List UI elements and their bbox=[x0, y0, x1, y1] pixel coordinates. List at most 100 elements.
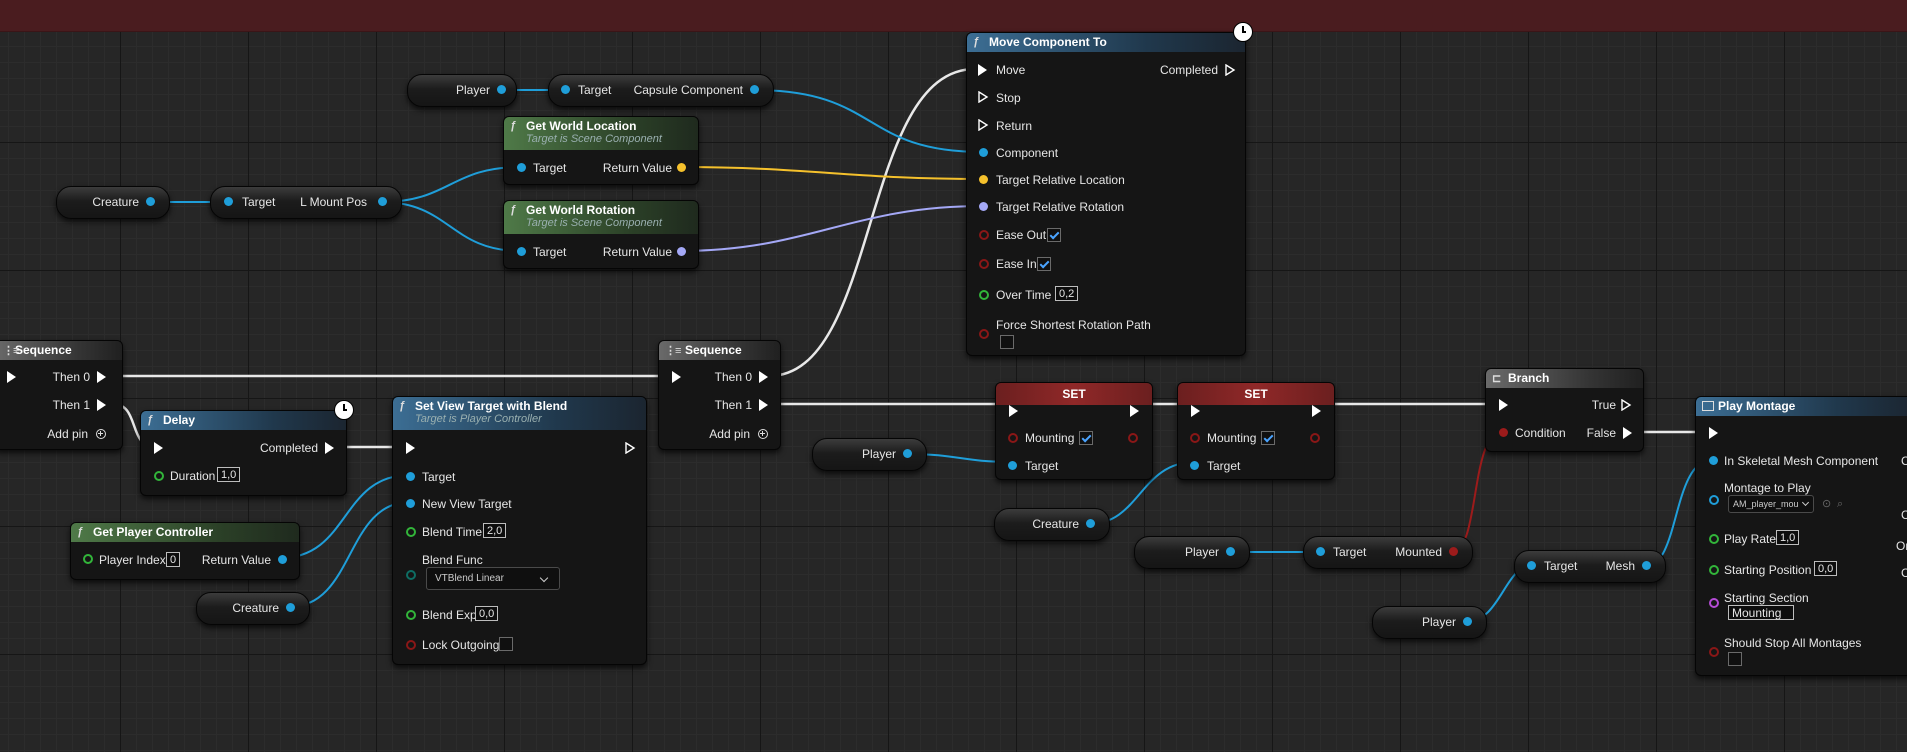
starting-position-input[interactable]: 0,0 bbox=[1814, 561, 1838, 576]
new-view-target-pin[interactable] bbox=[406, 499, 415, 508]
return-value-output-pin[interactable] bbox=[278, 555, 287, 564]
creature-output-pin[interactable] bbox=[286, 603, 295, 612]
browse-asset-icon[interactable]: ⊙ bbox=[1822, 497, 1831, 511]
plus-circle-icon[interactable] bbox=[96, 429, 106, 439]
starting-section-input[interactable]: Mounting bbox=[1728, 605, 1794, 620]
add-pin-label[interactable]: Add pin bbox=[47, 427, 88, 441]
false-exec-output-pin[interactable] bbox=[1623, 427, 1632, 439]
target-input-pin[interactable] bbox=[224, 197, 233, 206]
move-component-to-node[interactable]: ƒ Move Component To Move Completed Stop … bbox=[966, 32, 1246, 356]
mesh-get-node[interactable]: Target Mesh bbox=[1514, 550, 1666, 583]
player-variable-node[interactable]: Player bbox=[1134, 536, 1250, 569]
rotator-wire[interactable] bbox=[678, 205, 984, 252]
creature-output-pin[interactable] bbox=[146, 197, 155, 206]
exec-input-pin[interactable] bbox=[1709, 427, 1718, 439]
creature-variable-node[interactable]: Creature bbox=[994, 508, 1110, 541]
then1-exec-output-pin[interactable] bbox=[759, 399, 768, 411]
montage-to-play-pin[interactable] bbox=[1709, 495, 1719, 505]
player-output-pin[interactable] bbox=[1226, 547, 1235, 556]
blend-time-input[interactable]: 2,0 bbox=[483, 523, 507, 538]
object-wire[interactable] bbox=[753, 89, 984, 153]
target-input-pin[interactable] bbox=[1190, 461, 1199, 470]
exec-output-pin[interactable] bbox=[625, 442, 636, 454]
target-relative-rotation-pin[interactable] bbox=[979, 202, 988, 211]
ease-in-checkbox[interactable] bbox=[1037, 257, 1051, 271]
get-world-location-node[interactable]: ƒ Get World Location Target is Scene Com… bbox=[503, 116, 699, 185]
completed-exec-output-pin[interactable] bbox=[1225, 64, 1236, 76]
player-output-pin[interactable] bbox=[1463, 617, 1472, 626]
should-stop-all-montages-pin[interactable] bbox=[1709, 647, 1719, 657]
blend-func-dropdown[interactable]: VTBlend Linear bbox=[426, 567, 560, 590]
mounting-input-pin[interactable] bbox=[1008, 433, 1018, 443]
add-pin-label[interactable]: Add pin bbox=[709, 427, 750, 441]
play-rate-input[interactable]: 1,0 bbox=[1776, 530, 1800, 545]
target-input-pin[interactable] bbox=[1527, 561, 1536, 570]
creature-output-pin[interactable] bbox=[1086, 519, 1095, 528]
force-shortest-path-pin[interactable] bbox=[979, 329, 989, 339]
player-index-pin[interactable] bbox=[83, 554, 93, 564]
plus-circle-icon[interactable] bbox=[758, 429, 768, 439]
set-mounting-node[interactable]: SET Mounting Target bbox=[995, 382, 1153, 480]
mounted-output-pin[interactable] bbox=[1449, 547, 1458, 556]
ease-out-pin[interactable] bbox=[979, 230, 989, 240]
player-output-pin[interactable] bbox=[903, 449, 912, 458]
exec-input-pin[interactable] bbox=[406, 442, 415, 454]
sequence-exec-input-pin[interactable] bbox=[7, 371, 16, 383]
condition-input-pin[interactable] bbox=[1499, 428, 1508, 437]
exec-output-pin[interactable] bbox=[1312, 405, 1321, 417]
capsule-component-output-pin[interactable] bbox=[750, 85, 759, 94]
should-stop-all-montages-checkbox[interactable] bbox=[1728, 652, 1742, 666]
target-input-pin[interactable] bbox=[517, 163, 526, 172]
over-time-input[interactable]: 0,2 bbox=[1055, 286, 1079, 301]
capsule-component-get-node[interactable]: Target Capsule Component bbox=[548, 74, 774, 107]
move-exec-input-pin[interactable] bbox=[978, 64, 987, 76]
blend-exp-input[interactable]: 0,0 bbox=[475, 606, 499, 621]
target-input-pin[interactable] bbox=[406, 472, 415, 481]
starting-section-pin[interactable] bbox=[1709, 598, 1719, 608]
target-relative-location-pin[interactable] bbox=[979, 175, 988, 184]
target-input-pin[interactable] bbox=[561, 85, 570, 94]
l-mount-pos-output-pin[interactable] bbox=[378, 197, 387, 206]
montage-to-play-dropdown[interactable]: AM_player_mou bbox=[1728, 495, 1814, 513]
set-mounting-node[interactable]: SET Mounting Target bbox=[1177, 382, 1335, 480]
branch-exec-input-pin[interactable] bbox=[1499, 399, 1508, 411]
branch-node[interactable]: ⊏ Branch True Condition False bbox=[1485, 368, 1644, 452]
player-variable-node[interactable]: Player bbox=[407, 74, 517, 107]
blend-exp-pin[interactable] bbox=[406, 610, 416, 620]
blend-time-pin[interactable] bbox=[406, 527, 416, 537]
return-value-vector-pin[interactable] bbox=[677, 163, 686, 172]
then0-exec-output-pin[interactable] bbox=[759, 371, 768, 383]
mounted-get-node[interactable]: Target Mounted bbox=[1303, 536, 1473, 569]
mesh-output-pin[interactable] bbox=[1642, 561, 1651, 570]
target-input-pin[interactable] bbox=[517, 247, 526, 256]
target-input-pin[interactable] bbox=[1316, 547, 1325, 556]
return-exec-input-pin[interactable] bbox=[978, 119, 989, 131]
mount-pos-get-node[interactable]: Target L Mount Pos bbox=[210, 186, 402, 219]
lock-outgoing-pin[interactable] bbox=[406, 640, 416, 650]
mounting-output-pin[interactable] bbox=[1128, 433, 1138, 443]
exec-output-pin[interactable] bbox=[1130, 405, 1139, 417]
creature-variable-node[interactable]: Creature bbox=[56, 186, 170, 219]
creature-variable-node[interactable]: Creature bbox=[196, 592, 310, 625]
play-rate-pin[interactable] bbox=[1709, 534, 1719, 544]
object-wire[interactable] bbox=[380, 166, 522, 203]
mounting-input-pin[interactable] bbox=[1190, 433, 1200, 443]
get-player-controller-node[interactable]: ƒ Get Player Controller Player Index 0 R… bbox=[70, 522, 300, 580]
duration-pin[interactable] bbox=[154, 471, 164, 481]
force-shortest-path-checkbox[interactable] bbox=[1000, 335, 1014, 349]
return-value-rotator-pin[interactable] bbox=[677, 247, 686, 256]
player-index-input[interactable]: 0 bbox=[166, 552, 181, 567]
blend-func-pin[interactable] bbox=[406, 570, 416, 580]
player-variable-node[interactable]: Player bbox=[812, 438, 927, 471]
player-variable-node[interactable]: Player bbox=[1372, 606, 1487, 639]
delay-node[interactable]: ƒ Delay Completed Duration 1,0 bbox=[140, 410, 347, 496]
skeletal-mesh-input-pin[interactable] bbox=[1709, 456, 1718, 465]
exec-wire[interactable] bbox=[768, 67, 976, 378]
stop-exec-input-pin[interactable] bbox=[978, 91, 989, 103]
set-view-target-with-blend-node[interactable]: ƒ Set View Target with Blend Target is P… bbox=[392, 396, 647, 665]
mounting-checkbox[interactable] bbox=[1079, 431, 1093, 445]
exec-input-pin[interactable] bbox=[1009, 405, 1018, 417]
sequence-node-left[interactable]: ⋮≡ Sequence Then 0 Then 1 Add pin bbox=[0, 340, 123, 450]
object-wire[interactable] bbox=[380, 201, 522, 252]
play-montage-node[interactable]: Play Montage In Skeletal Mesh Component … bbox=[1695, 396, 1907, 676]
